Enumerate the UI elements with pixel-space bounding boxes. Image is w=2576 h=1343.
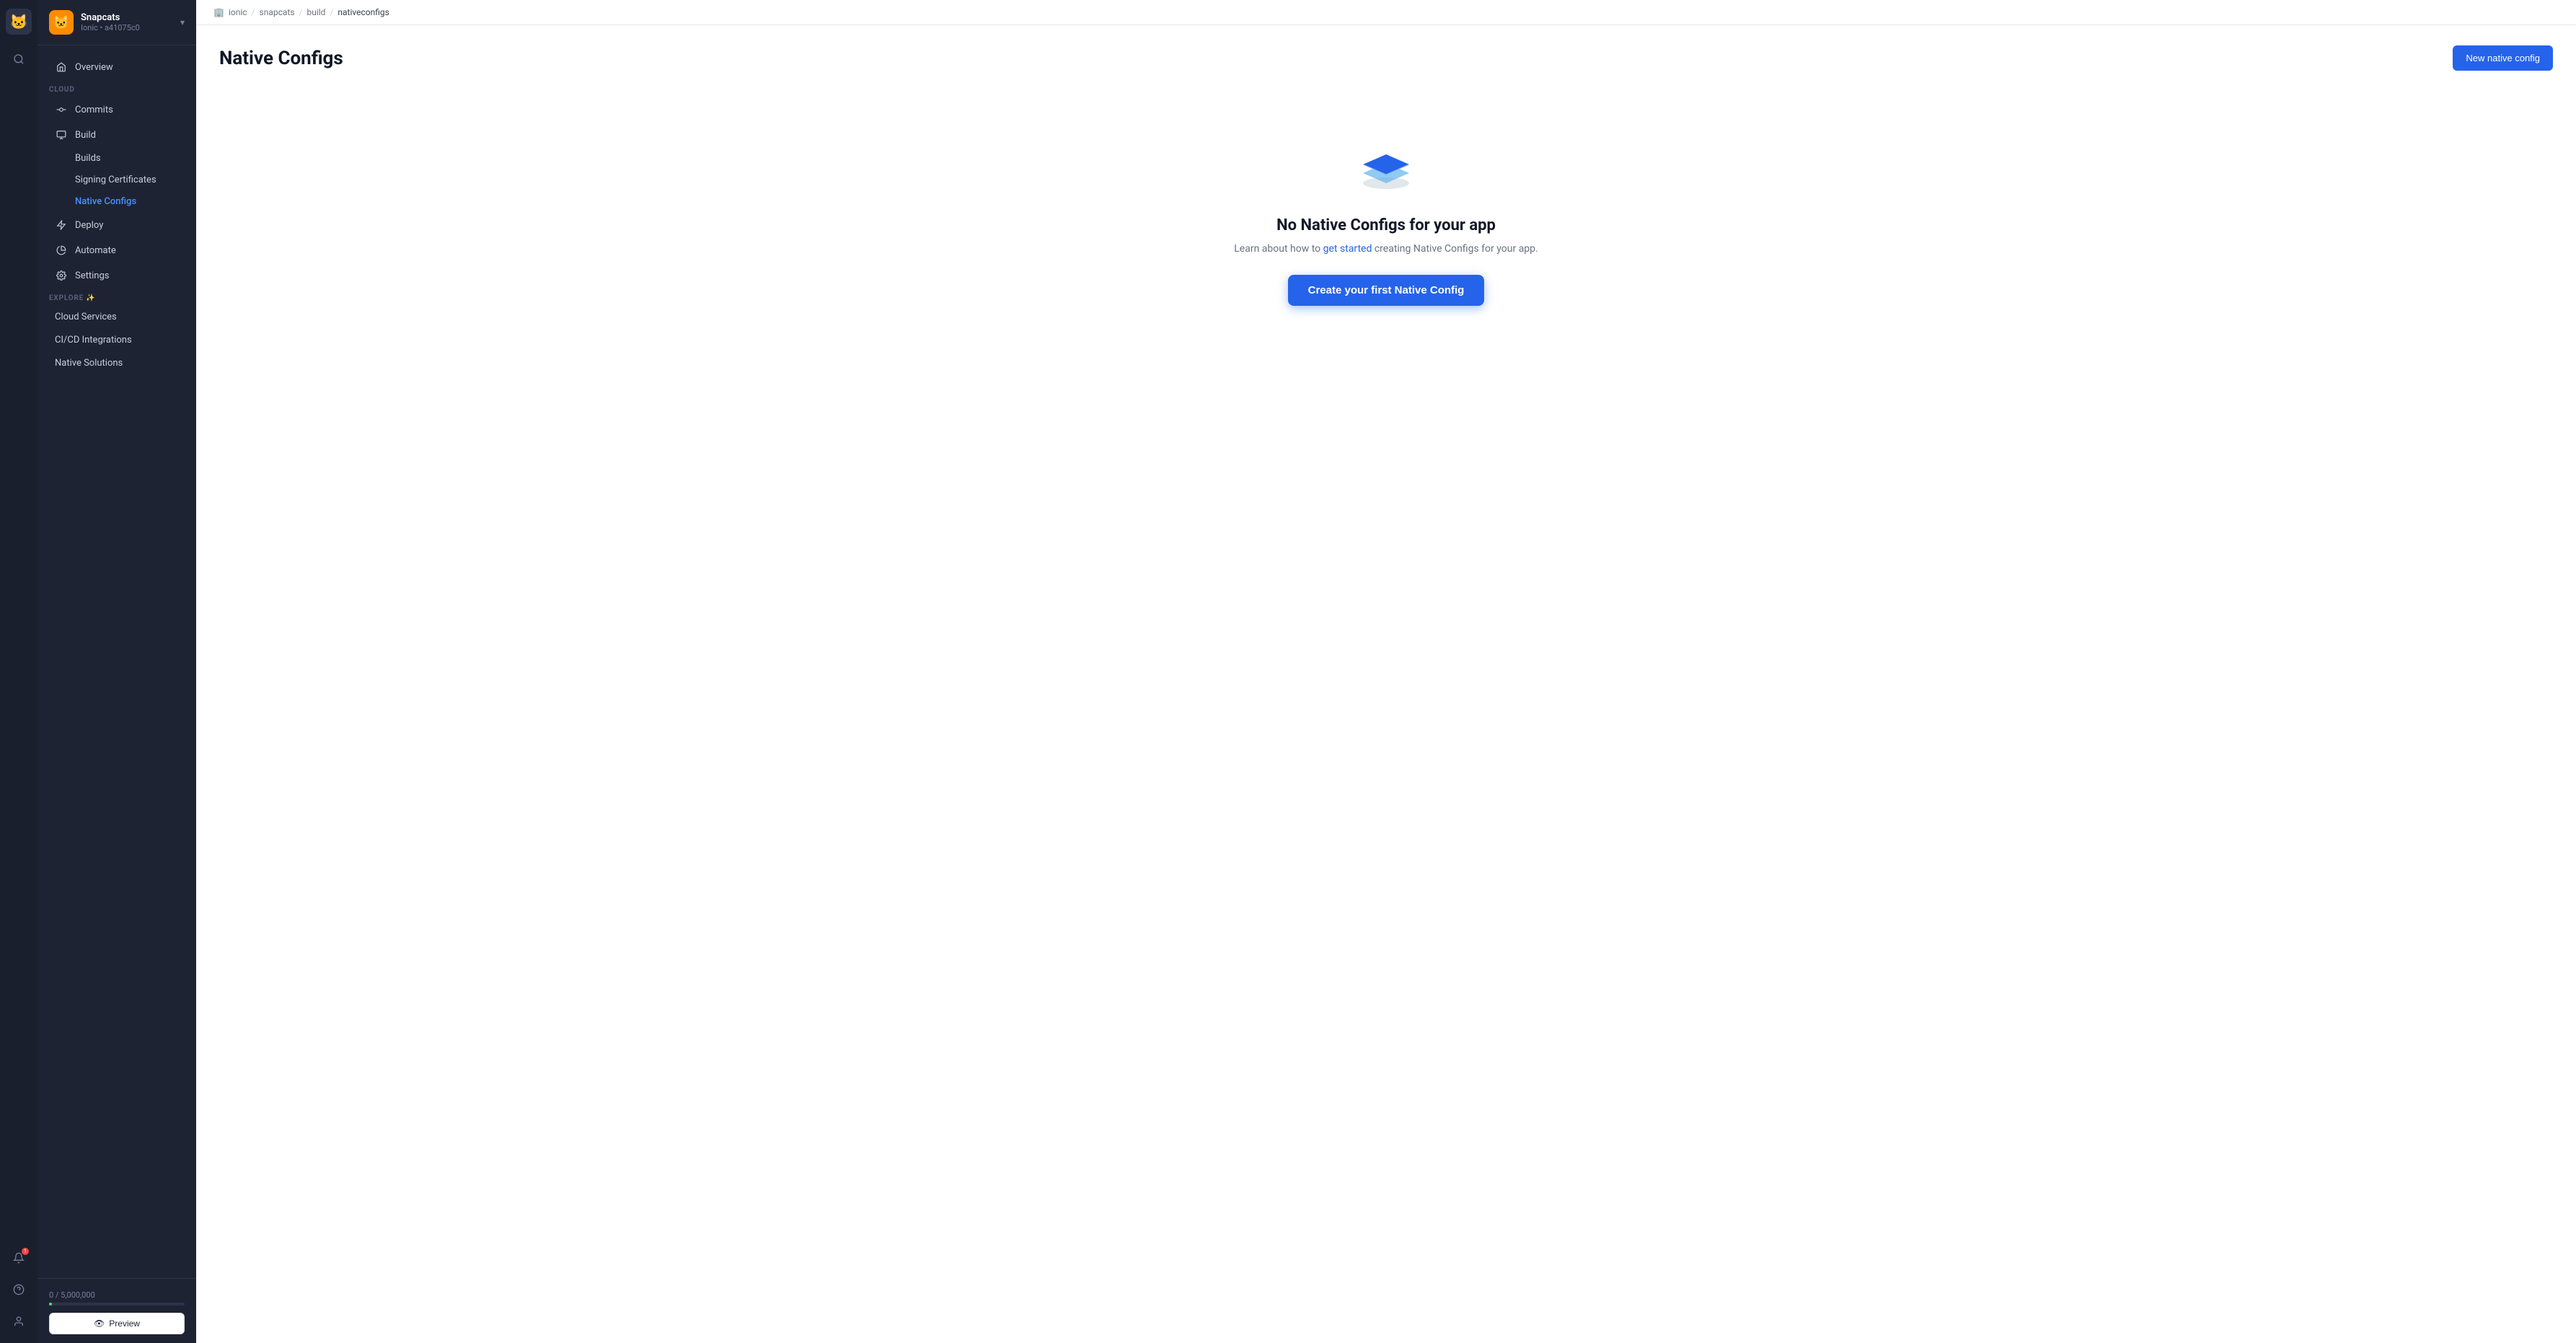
app-id: Ionic • a41075c0 [81, 23, 140, 32]
automate-label: Automate [75, 245, 116, 256]
native-solutions-label: Native Solutions [55, 358, 123, 369]
breadcrumb-sep-2: / [299, 7, 303, 17]
sidebar-item-builds[interactable]: Builds [43, 148, 190, 169]
preview-eye-icon: 👁 [94, 1318, 105, 1329]
topbar: 🏢 ionic / snapcats / build / nativeconfi… [196, 0, 2576, 25]
preview-button[interactable]: 👁 Preview [49, 1313, 185, 1334]
overview-label: Overview [75, 62, 113, 73]
usage-text: 0 / 5,000,000 [49, 1290, 185, 1300]
create-first-native-config-button[interactable]: Create your first Native Config [1288, 275, 1485, 306]
automate-icon [55, 244, 68, 257]
sidebar-item-overview[interactable]: Overview [43, 55, 190, 79]
usage-bar-bg [49, 1303, 185, 1305]
sidebar-item-native-solutions[interactable]: Native Solutions [43, 352, 190, 374]
explore-label: EXPLORE ✨ [49, 294, 96, 302]
search-icon[interactable] [6, 46, 32, 72]
home-icon [55, 61, 68, 74]
native-configs-label: Native Configs [75, 196, 136, 207]
breadcrumb-icon: 🏢 [213, 7, 224, 17]
sidebar-nav: Overview CLOUD Commits Build Builds [38, 45, 196, 1278]
sidebar-item-cloud-services[interactable]: Cloud Services [43, 306, 190, 328]
page-content: Native Configs New native config No Nati… [196, 25, 2576, 1343]
sidebar-footer: 0 / 5,000,000 👁 Preview [38, 1278, 196, 1343]
explore-section-label: EXPLORE ✨ [38, 289, 196, 305]
app-switcher-chevron[interactable]: ▾ [180, 17, 185, 27]
app-name: Snapcats [81, 12, 140, 23]
new-native-config-button[interactable]: New native config [2453, 45, 2553, 71]
empty-desc-suffix: creating Native Configs for your app. [1372, 243, 1538, 255]
deploy-label: Deploy [75, 220, 103, 231]
breadcrumb-snapcats[interactable]: snapcats [260, 7, 295, 17]
sidebar-item-commits[interactable]: Commits [43, 97, 190, 122]
breadcrumb-ionic[interactable]: ionic [229, 7, 247, 17]
bottom-icons: 1 [6, 1245, 32, 1334]
icon-bar: 🐱 1 [0, 0, 38, 1343]
settings-label: Settings [75, 270, 109, 281]
build-label: Build [75, 130, 96, 141]
builds-label: Builds [75, 153, 101, 164]
notifications-icon[interactable]: 1 [6, 1245, 32, 1271]
sidebar-item-signing-certificates[interactable]: Signing Certificates [43, 169, 190, 190]
app-info: 🐱 Snapcats Ionic • a41075c0 [49, 10, 140, 35]
breadcrumb: 🏢 ionic / snapcats / build / nativeconfi… [213, 7, 389, 17]
empty-state-icon [1357, 146, 1415, 196]
build-icon [55, 128, 68, 141]
sidebar: 🐱 Snapcats Ionic • a41075c0 ▾ Overview C… [38, 0, 196, 1343]
breadcrumb-sep-3: / [330, 7, 333, 17]
help-icon[interactable] [6, 1277, 32, 1303]
breadcrumb-current: nativeconfigs [338, 7, 389, 17]
sidebar-header: 🐱 Snapcats Ionic • a41075c0 ▾ [38, 0, 196, 45]
user-icon[interactable] [6, 1308, 32, 1334]
empty-state-desc: Learn about how to get started creating … [1234, 243, 1538, 255]
cicd-label: CI/CD Integrations [55, 335, 132, 345]
breadcrumb-build[interactable]: build [306, 7, 325, 17]
usage-bar-fill [49, 1303, 52, 1305]
usage-bar-container: 0 / 5,000,000 [49, 1290, 185, 1305]
commits-label: Commits [75, 105, 113, 115]
sidebar-item-deploy[interactable]: Deploy [43, 213, 190, 237]
empty-state-title: No Native Configs for your app [1276, 216, 1496, 234]
cloud-section-label: CLOUD [38, 80, 196, 97]
page-title: Native Configs [219, 48, 343, 69]
logo-emoji: 🐱 [10, 13, 28, 30]
signing-certificates-label: Signing Certificates [75, 175, 156, 185]
sidebar-item-automate[interactable]: Automate [43, 238, 190, 263]
commits-icon [55, 103, 68, 116]
empty-desc-prefix: Learn about how to [1234, 243, 1323, 255]
sidebar-item-settings[interactable]: Settings [43, 263, 190, 288]
sidebar-item-cicd[interactable]: CI/CD Integrations [43, 329, 190, 351]
sidebar-item-build[interactable]: Build [43, 123, 190, 147]
preview-label: Preview [109, 1318, 140, 1329]
get-started-link[interactable]: get started [1323, 243, 1372, 255]
sidebar-item-native-configs[interactable]: Native Configs [43, 191, 190, 212]
sidebar-app-icon: 🐱 [49, 10, 74, 35]
page-header: Native Configs New native config [219, 45, 2553, 71]
cloud-services-label: Cloud Services [55, 312, 117, 322]
notification-count: 1 [22, 1248, 29, 1255]
breadcrumb-sep-1: / [252, 7, 255, 17]
main-content: 🏢 ionic / snapcats / build / nativeconfi… [196, 0, 2576, 1343]
deploy-icon [55, 219, 68, 232]
app-logo[interactable]: 🐱 [6, 9, 32, 35]
empty-state: No Native Configs for your app Learn abo… [219, 88, 2553, 364]
settings-icon [55, 269, 68, 282]
